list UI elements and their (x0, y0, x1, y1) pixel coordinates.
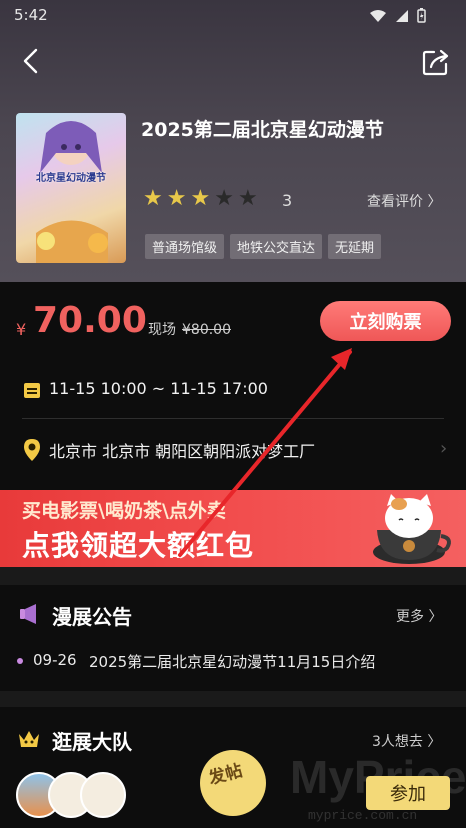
location-pin-icon (24, 439, 40, 461)
cat-cup-icon (373, 494, 451, 564)
calendar-icon (24, 383, 40, 398)
post-badge-button[interactable]: 发帖 (200, 750, 266, 816)
currency-symbol: ¥ (16, 320, 27, 339)
notice-title: 漫展公告 (52, 605, 132, 629)
status-icons (369, 8, 426, 23)
event-poster[interactable]: 北京星幻动漫节 (16, 113, 126, 263)
star-filled-icon: ★ (166, 186, 187, 211)
chevron-right-icon: › (440, 438, 448, 459)
back-arrow-icon[interactable] (16, 46, 46, 76)
tag-transit: 地铁公交直达 (230, 234, 323, 259)
crown-icon (19, 731, 39, 747)
divider (22, 418, 444, 419)
star-empty-icon: ★ (237, 186, 258, 211)
avatar (80, 772, 126, 818)
status-time: 5:42 (14, 6, 48, 24)
poster-title: 北京星幻动漫节 (36, 173, 106, 184)
wifi-icon (370, 9, 386, 22)
schedule-row: 11-15 10:00 ~ 11-15 17:00 (0, 370, 466, 410)
share-icon[interactable] (420, 46, 452, 78)
notice-date: 09-26 (33, 651, 77, 669)
location-address: 北京市 北京市 朝阳区朝阳派对梦工厂 (49, 442, 316, 461)
star-empty-icon: ★ (214, 186, 234, 211)
status-bar: 5:42 (0, 0, 466, 32)
buy-ticket-button[interactable]: 立刻购票 (320, 301, 451, 341)
poster-illustration (36, 121, 108, 263)
star-filled-icon: ★ (190, 186, 211, 211)
event-title: 2025第二届北京星幻动漫节 (141, 119, 384, 141)
member-avatars[interactable] (16, 772, 136, 820)
team-count-link[interactable]: 3人想去 〉 (372, 731, 441, 751)
team-title: 逛展大队 (52, 730, 132, 754)
section-gap (0, 691, 466, 707)
star-filled-icon: ★ (143, 186, 163, 211)
watermark-url: myprice.com.cn (308, 808, 418, 823)
onsite-price: 现场 ¥80.00 (148, 319, 231, 339)
post-badge-label: 发帖 (206, 760, 245, 789)
notice-text: 2025第二届北京星幻动漫节11月15日介绍 (89, 653, 376, 671)
rating-count: 3 (282, 191, 293, 210)
promo-line-2: 点我领超大额红包 (22, 529, 255, 562)
tag-no-delay: 无延期 (328, 234, 382, 259)
bullet-dot (17, 658, 23, 664)
notice-item[interactable]: 09-26 2025第二届北京星幻动漫节11月15日介绍 (0, 648, 466, 674)
battery-icon (417, 8, 426, 23)
notice-more-link[interactable]: 更多 〉 (396, 606, 442, 626)
rating-stars: ★ ★ ★ ★ ★ (143, 186, 258, 211)
onsite-label: 现场 (148, 322, 176, 338)
schedule-time: 11-15 10:00 ~ 11-15 17:00 (49, 379, 268, 398)
event-tags: 普通场馆级 地铁公交直达 无延期 (145, 234, 382, 259)
tag-venue: 普通场馆级 (145, 234, 225, 259)
signal-icon (396, 9, 408, 22)
ticket-price: 70.00 (33, 300, 147, 341)
location-row[interactable]: 北京市 北京市 朝阳区朝阳派对梦工厂 › (0, 430, 466, 470)
onsite-old-price: ¥80.00 (182, 322, 231, 338)
promo-line-1: 买电影票\喝奶茶\点外卖 (22, 500, 226, 522)
view-reviews-link[interactable]: 查看评价 〉 (367, 191, 441, 211)
join-button[interactable]: 参加 (366, 776, 450, 810)
promo-banner[interactable]: 买电影票\喝奶茶\点外卖 点我领超大额红包 (0, 490, 466, 567)
section-gap (0, 567, 466, 585)
megaphone-icon (20, 604, 36, 624)
